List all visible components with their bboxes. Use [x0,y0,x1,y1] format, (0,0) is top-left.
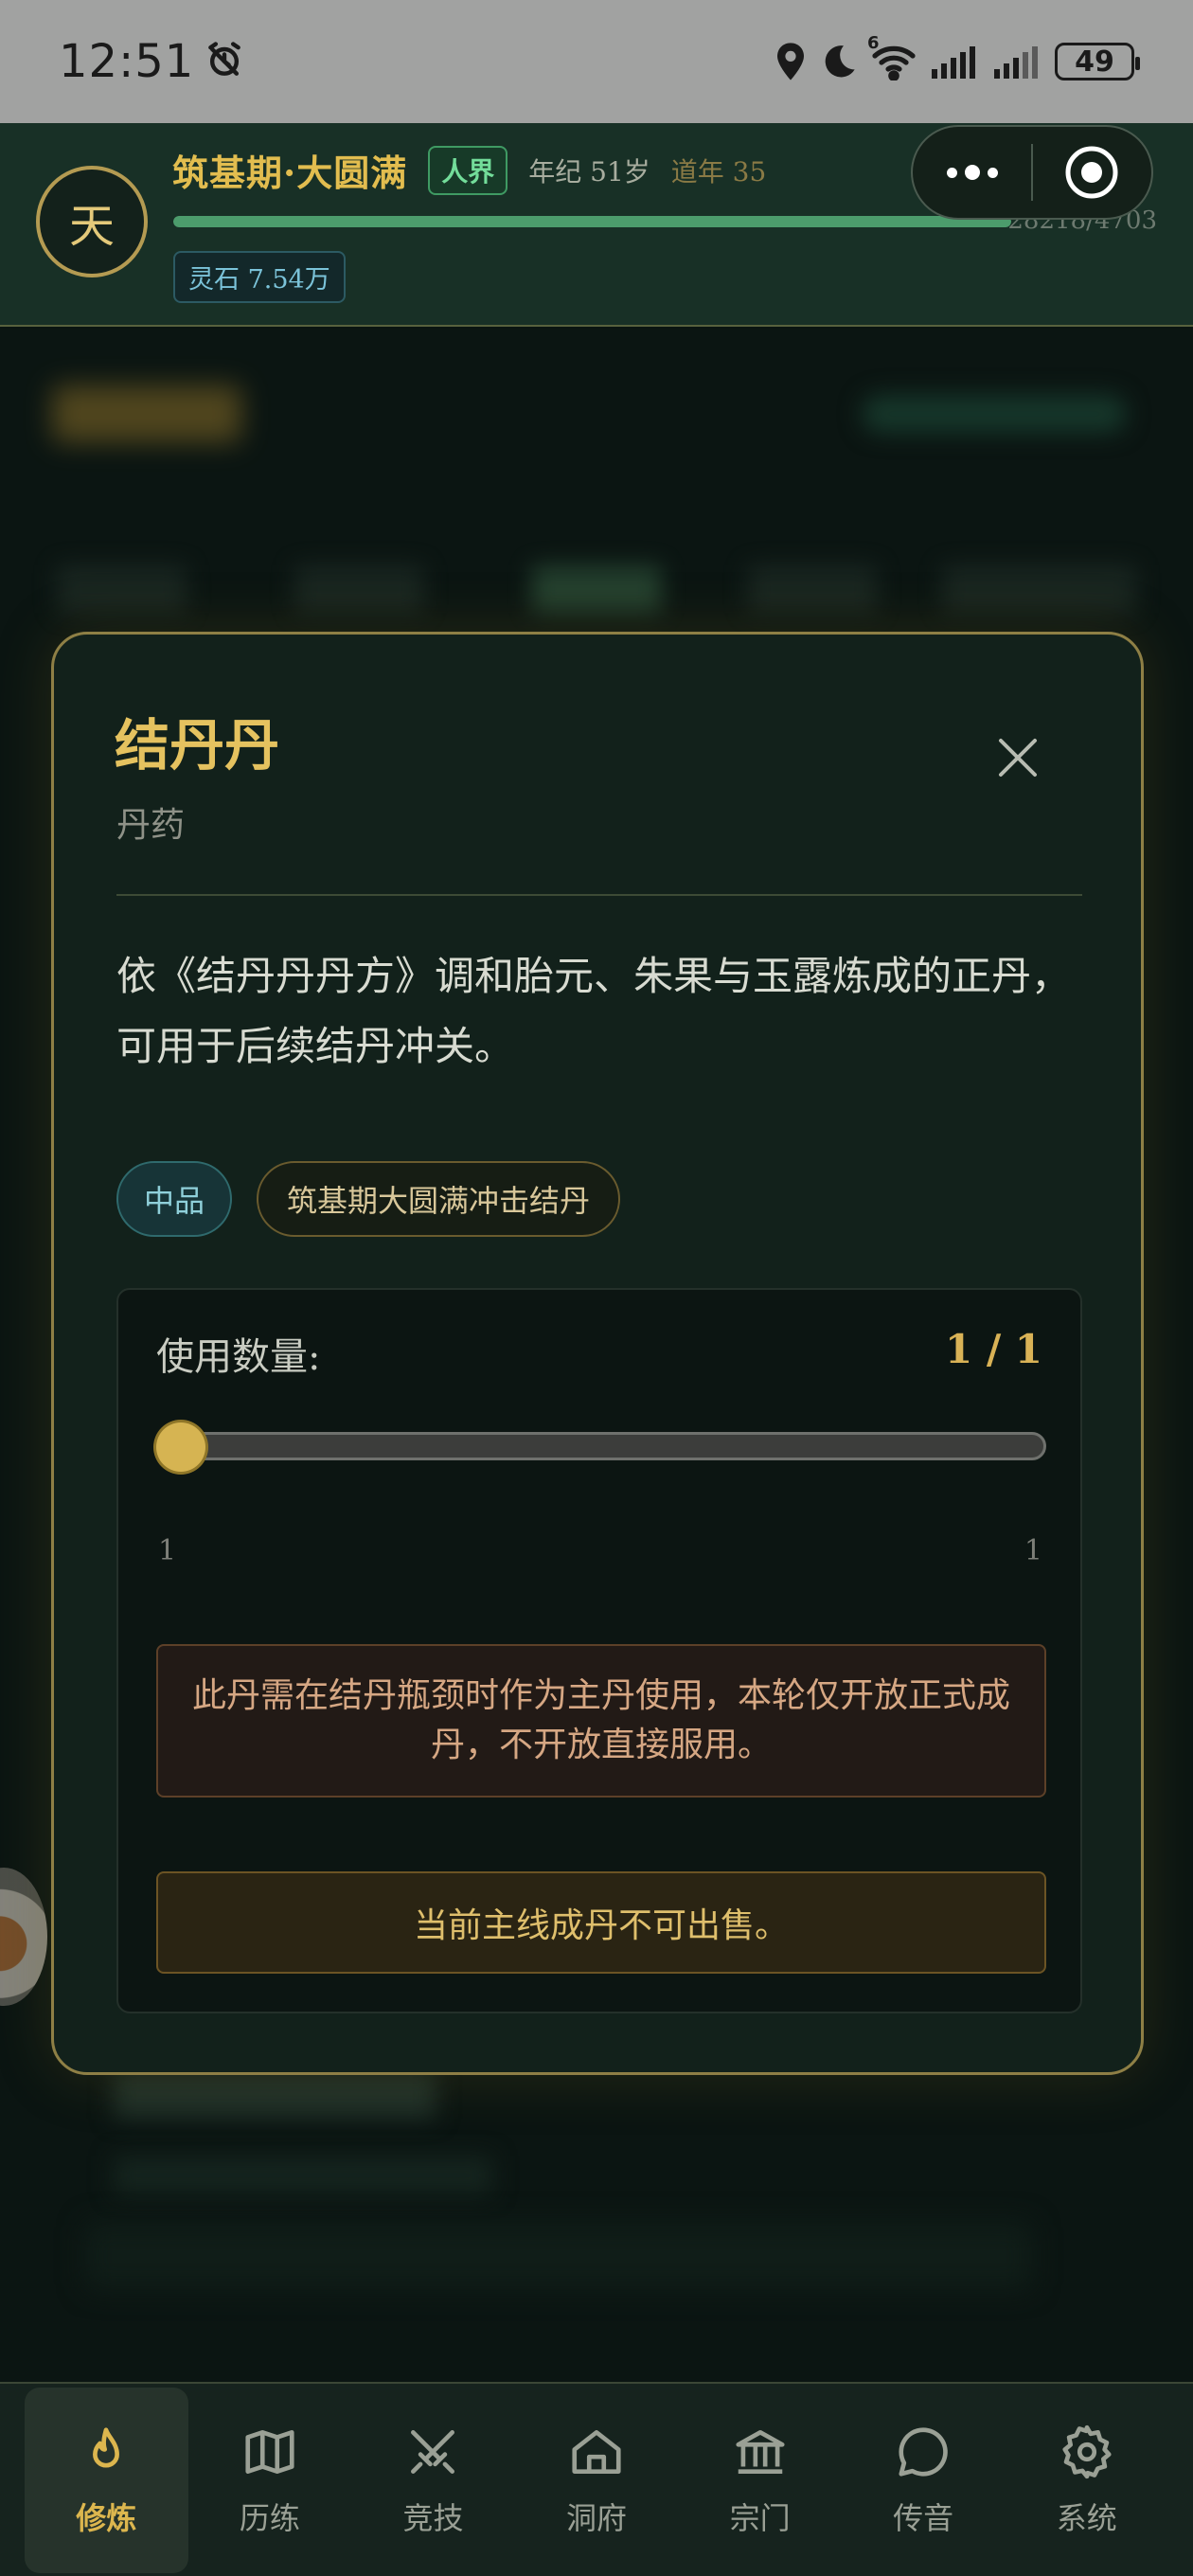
status-time: 12:51 [59,35,195,88]
battery-icon: 49 [1055,43,1140,80]
alarm-icon [204,39,245,84]
close-button[interactable] [989,729,1046,786]
nav-label: 系统 [1056,2500,1117,2536]
nav-item-sect[interactable]: 宗门 [678,2388,842,2573]
bg-blurred-tabs [57,565,1136,613]
item-detail-modal: 结丹丹 丹药 依《结丹丹丹方》调和胎元、朱果与玉露炼成的正丹，可用于后续结丹冲关… [51,632,1144,2075]
target-circle-icon [1065,146,1118,199]
exit-button[interactable] [1033,127,1151,218]
crossed-swords-icon [411,2430,455,2474]
moon-icon [820,43,858,80]
bg-blurred-block [114,2156,492,2194]
dao-year-text: 道年 35 [670,155,767,188]
exp-progress-fill [173,216,1011,227]
wifi-badge: 6 [867,33,880,53]
use-quantity-label: 使用数量: [156,1335,321,1379]
nav-item-system[interactable]: 系统 [1005,2388,1168,2573]
nav-label: 修炼 [76,2500,137,2536]
exp-progress-bar [173,216,1011,227]
signal-icon [930,43,979,80]
nav-label: 历练 [239,2500,300,2536]
nav-label: 宗门 [729,2500,791,2536]
avatar[interactable]: 天 [36,166,148,277]
temple-icon [736,2430,785,2474]
use-quantity-count: 1 / 1 [944,1326,1042,1372]
grade-tag: 中品 [116,1161,232,1237]
nav-item-messages[interactable]: 传音 [842,2388,1006,2573]
nav-item-cave[interactable]: 洞府 [515,2388,679,2573]
realm-row: 筑基期·大圆满 人界 年纪 51岁 道年 35 [172,144,766,196]
gear-icon [1062,2424,1112,2479]
quantity-slider-thumb[interactable] [156,1422,205,1472]
use-quantity-panel: 使用数量: 1 / 1 1 1 此丹需在结丹瓶颈时作为主丹使用，本轮仅开放正式成… [116,1288,1082,2013]
more-dots-icon [946,165,998,180]
status-bar: 12:51 6 49 [0,0,1193,123]
signal-icon-2 [992,43,1042,80]
nav-label: 传音 [893,2500,954,2536]
quantity-slider-track[interactable] [156,1432,1046,1460]
nav-label: 竞技 [402,2500,464,2536]
status-left: 12:51 [59,35,245,88]
bg-blurred-title [52,385,241,442]
nav-item-arena[interactable]: 竞技 [351,2388,515,2573]
not-sellable-notice: 当前主线成丹不可出售。 [156,1871,1046,1974]
wifi-icon: 6 [867,33,917,80]
bottom-nav: 修炼 历练 竞技 洞府 宗门 传音 系统 [0,2382,1193,2576]
chat-bubble-icon [899,2427,948,2477]
flame-icon [93,2427,120,2468]
location-icon [775,42,807,81]
nav-item-cultivate[interactable]: 修炼 [25,2388,188,2573]
bg-blurred-action [862,395,1127,433]
miniprogram-capsule [911,125,1153,220]
home-icon [572,2430,621,2474]
map-icon [245,2430,294,2474]
slider-max-label: 1 [1024,1534,1042,1567]
usage-warning-notice: 此丹需在结丹瓶颈时作为主丹使用，本轮仅开放正式成丹，不开放直接服用。 [156,1644,1046,1798]
item-category: 丹药 [116,806,186,845]
spirit-stone-chip: 灵石 7.54万 [173,251,346,303]
item-title: 结丹丹 [115,713,280,778]
bg-blurred-block [114,2071,436,2119]
age-text: 年纪 51岁 [528,155,650,188]
nav-item-training[interactable]: 历练 [188,2388,352,2573]
close-icon [999,739,1037,777]
modal-divider [116,894,1082,896]
item-description: 依《结丹丹丹方》调和胎元、朱果与玉露炼成的正丹，可用于后续结丹冲关。 [116,953,1072,1069]
realm-title: 筑基期·大圆满 [172,152,408,194]
world-badge: 人界 [428,145,508,195]
status-right: 6 49 [775,33,1140,81]
slider-min-label: 1 [158,1534,177,1567]
bg-blurred-block [85,2223,1032,2289]
more-button[interactable] [913,127,1031,218]
nav-label: 洞府 [566,2500,628,2536]
stage-tag: 筑基期大圆满冲击结丹 [257,1161,620,1237]
